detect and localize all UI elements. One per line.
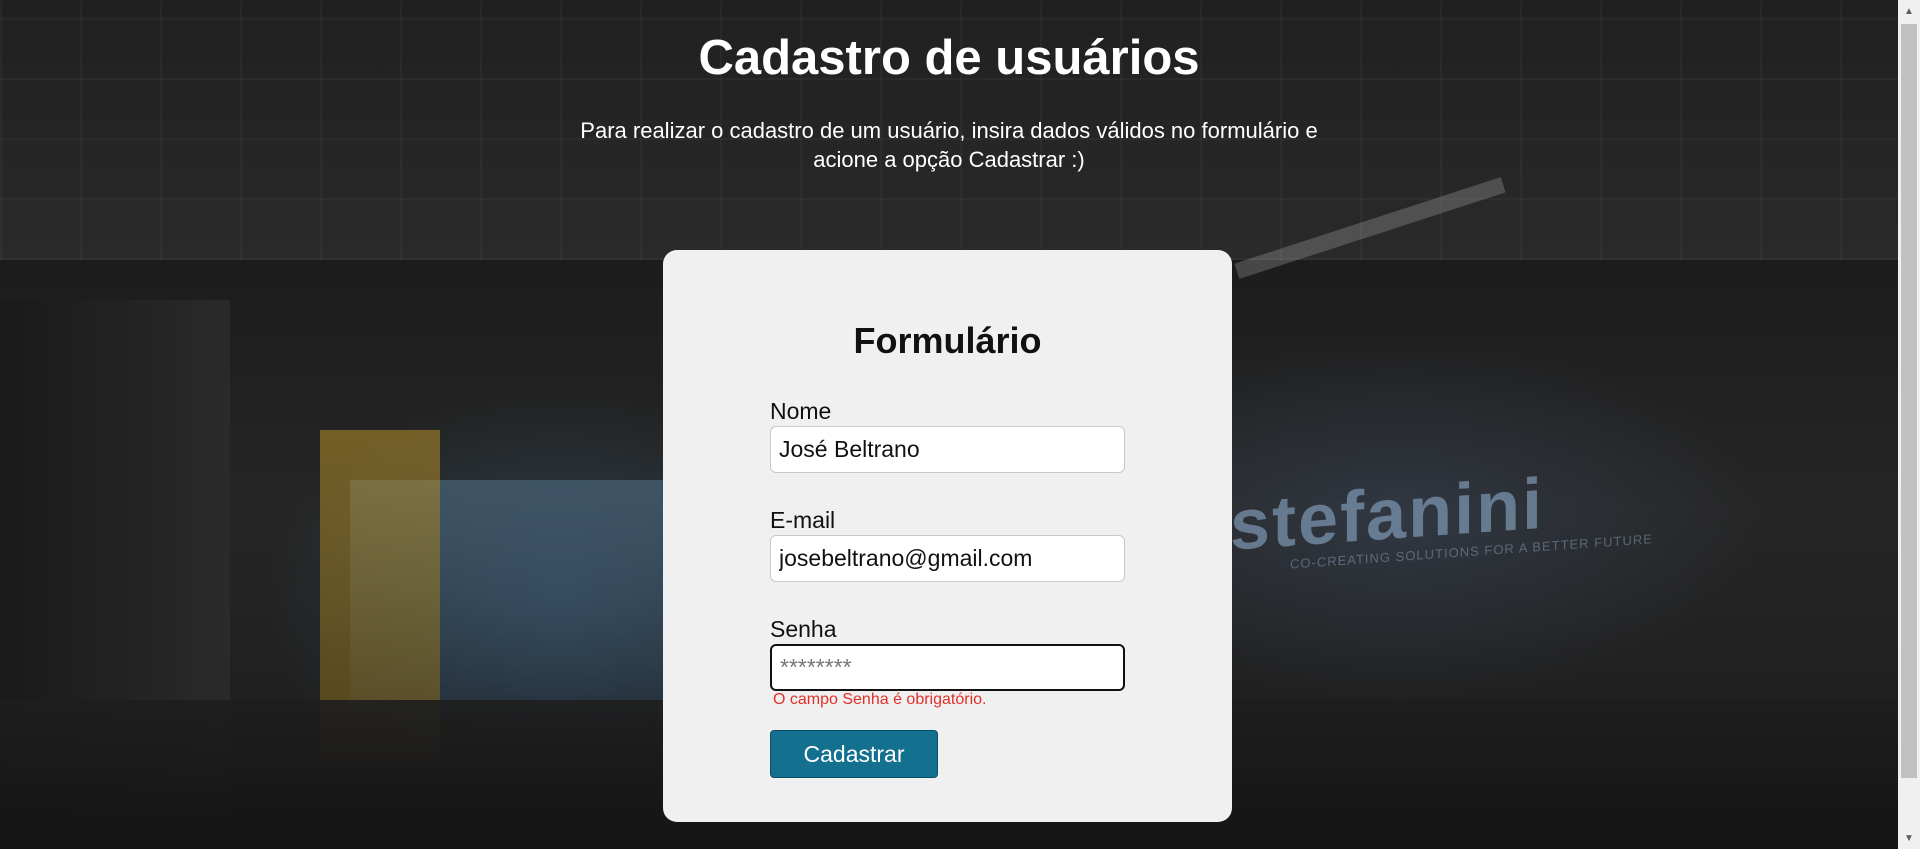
background-logo: stefanini CO-CREATING SOLUTIONS FOR A BE… xyxy=(1230,455,1653,576)
email-input[interactable] xyxy=(770,535,1125,582)
scrollbar-thumb[interactable] xyxy=(1901,24,1917,778)
page-header: Cadastro de usuários Para realizar o cad… xyxy=(0,0,1898,174)
senha-label: Senha xyxy=(770,616,837,642)
vertical-scrollbar[interactable]: ▲ ▼ xyxy=(1898,0,1920,849)
field-nome: Nome xyxy=(770,398,1125,473)
cadastrar-button[interactable]: Cadastrar xyxy=(770,730,938,778)
senha-error-message: O campo Senha é obrigatório. xyxy=(773,691,987,708)
scroll-up-arrow-icon[interactable]: ▲ xyxy=(1898,0,1920,22)
field-senha: Senha xyxy=(770,616,1125,691)
page-title: Cadastro de usuários xyxy=(698,31,1200,85)
scroll-down-arrow-icon[interactable]: ▼ xyxy=(1898,827,1920,849)
senha-input[interactable] xyxy=(770,644,1125,691)
email-label: E-mail xyxy=(770,507,836,533)
nome-label: Nome xyxy=(770,398,832,424)
field-email: E-mail xyxy=(770,507,1125,582)
nome-input[interactable] xyxy=(770,426,1125,473)
form-title: Formulário xyxy=(853,320,1042,361)
registration-form-card: Formulário Nome E-mail Senha O campo Sen… xyxy=(663,250,1232,822)
page-subtitle: Para realizar o cadastro de um usuário, … xyxy=(580,118,1318,172)
